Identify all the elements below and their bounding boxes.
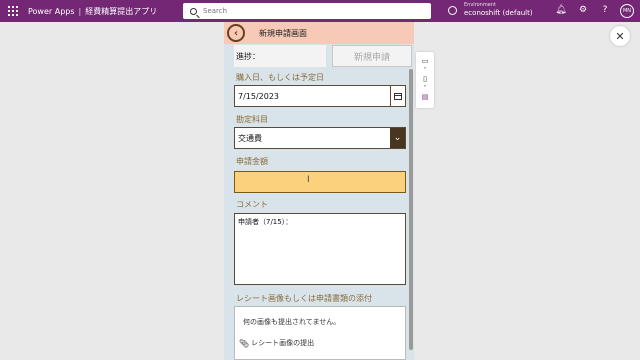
receipt-empty-message: 何の画像も提出されてません。 [243, 318, 341, 326]
app-canvas: ‹ 新規申請画面 進捗： 新規申請 購入日、もしくは予定日 7/15/2023 … [224, 22, 414, 360]
amount-input[interactable]: I [234, 171, 406, 193]
comment-textarea[interactable]: 申請者（7/15）： [234, 213, 406, 285]
bell-icon[interactable]: 🔔︎ [555, 5, 567, 15]
purchase-date-field[interactable]: 7/15/2023 [234, 85, 406, 107]
device-preview-panel: ▭ ˇ ▯ ˇ ▤ [416, 52, 434, 108]
calendar-icon [394, 92, 402, 100]
text-cursor-icon: I [307, 175, 310, 185]
screen-title: 新規申請画面 [259, 28, 307, 38]
search-box[interactable] [183, 3, 431, 19]
canvas-scrollbar[interactable] [409, 69, 413, 350]
search-input[interactable] [203, 7, 403, 15]
account-label: 勘定科目 [236, 115, 268, 124]
receipt-submit-link[interactable]: 📎︎ レシート画像の提出 [239, 338, 314, 348]
waffle-icon[interactable] [8, 6, 18, 16]
environment-label: Environment [464, 2, 496, 8]
purchase-date-label: 購入日、もしくは予定日 [236, 73, 324, 82]
purchase-date-value: 7/15/2023 [238, 91, 280, 101]
receipt-label: レシート画像もしくは申請書類の添付 [236, 294, 372, 303]
new-request-button[interactable]: 新規申請 [332, 45, 412, 67]
monitor-icon[interactable]: ▭ [420, 56, 430, 66]
gear-icon[interactable]: ⚙ [577, 5, 589, 15]
close-icon[interactable]: ✕ [610, 26, 630, 46]
status-label: 進捗： [234, 45, 326, 67]
avatar[interactable]: MN [620, 4, 634, 18]
account-value: 交通費 [238, 133, 262, 143]
receipt-submit-label: レシート画像の提出 [251, 339, 315, 347]
chevron-down-icon[interactable]: ⌄ [390, 128, 405, 148]
search-icon [190, 7, 197, 15]
environment-picker[interactable]: Environment econoshift (default) [448, 3, 533, 17]
app-name[interactable]: Power Apps [28, 7, 75, 16]
title-separator: | [78, 6, 82, 16]
help-icon[interactable]: ? [599, 5, 611, 15]
receipt-attachment-box[interactable]: 何の画像も提出されてません。 📎︎ レシート画像の提出 [234, 306, 406, 360]
comment-label: コメント [236, 200, 268, 209]
paperclip-icon: 📎︎ [239, 338, 250, 348]
back-arrow-icon[interactable]: ‹ [227, 24, 245, 42]
screen-header: ‹ 新規申請画面 [224, 22, 414, 44]
app-title: 経費精算提出アプリ [85, 6, 158, 16]
environment-value: econoshift (default) [464, 9, 533, 17]
tablet-icon[interactable]: ▤ [420, 92, 430, 102]
date-picker-button[interactable] [390, 86, 405, 106]
account-dropdown[interactable]: 交通費 ⌄ [234, 127, 406, 149]
phone-icon[interactable]: ▯ [420, 74, 430, 84]
environment-icon [448, 5, 457, 15]
amount-label: 申請金額 [236, 157, 268, 166]
